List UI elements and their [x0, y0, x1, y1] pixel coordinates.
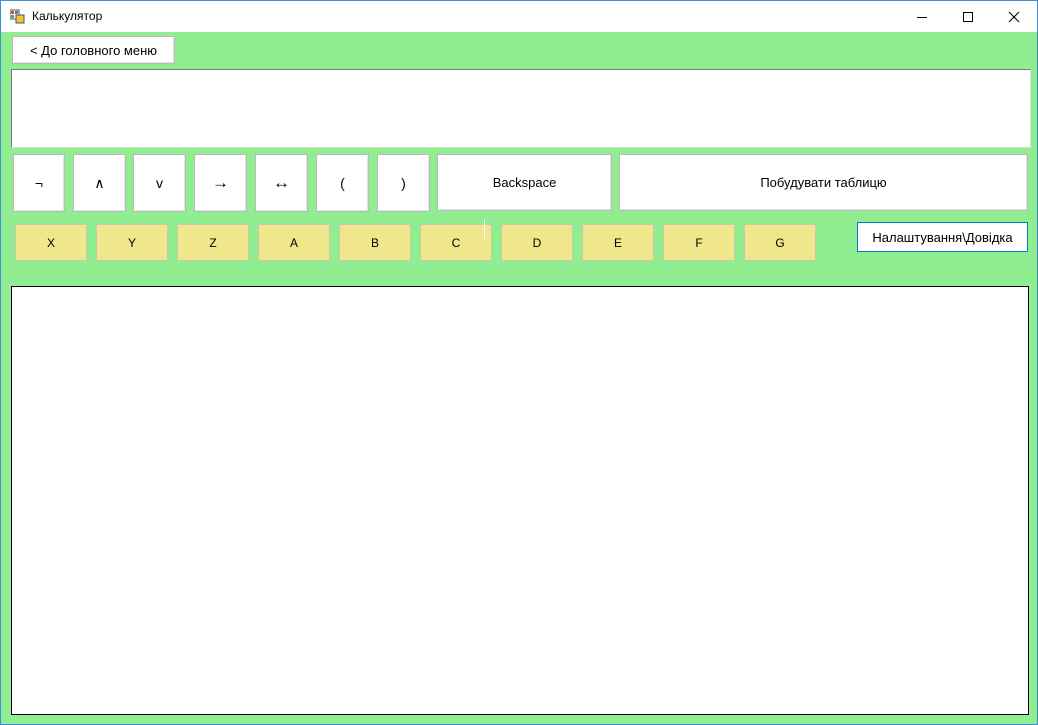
or-operator-button[interactable]: v [133, 154, 186, 212]
variable-g-button[interactable]: G [744, 224, 816, 261]
window-title: Калькулятор [32, 9, 103, 23]
backspace-button[interactable]: Backspace [437, 154, 612, 211]
close-button[interactable] [991, 1, 1037, 32]
open-parenthesis-button[interactable]: ( [316, 154, 369, 212]
build-table-button[interactable]: Побудувати таблицю [619, 154, 1028, 211]
settings-help-button[interactable]: Налаштування\Довідка [857, 222, 1028, 252]
close-parenthesis-button[interactable]: ) [377, 154, 430, 212]
variable-f-button[interactable]: F [663, 224, 735, 261]
variable-z-button[interactable]: Z [177, 224, 249, 261]
not-operator-button[interactable]: ¬ [13, 154, 65, 212]
app-icon [10, 9, 25, 24]
minimize-icon [917, 16, 927, 18]
calculator-window: Калькулятор < До головного меню ¬ ∧ v → … [0, 0, 1038, 725]
variable-e-button[interactable]: E [582, 224, 654, 261]
variable-y-button[interactable]: Y [96, 224, 168, 261]
variable-c-button[interactable]: C [420, 224, 492, 261]
variable-a-button[interactable]: A [258, 224, 330, 261]
back-to-main-menu-button[interactable]: < До головного меню [12, 36, 175, 64]
title-bar[interactable]: Калькулятор [1, 1, 1037, 32]
text-caret [484, 220, 485, 240]
minimize-button[interactable] [899, 1, 945, 32]
equivalence-operator-button[interactable]: ↔ [255, 154, 308, 212]
and-operator-button[interactable]: ∧ [73, 154, 126, 212]
implication-operator-button[interactable]: → [194, 154, 247, 212]
maximize-button[interactable] [945, 1, 991, 32]
truth-table-area[interactable] [11, 286, 1029, 715]
maximize-icon [963, 11, 973, 22]
close-icon [1008, 11, 1020, 22]
expression-input[interactable] [11, 69, 1031, 148]
variable-b-button[interactable]: B [339, 224, 411, 261]
variable-d-button[interactable]: D [501, 224, 573, 261]
variable-x-button[interactable]: X [15, 224, 87, 261]
